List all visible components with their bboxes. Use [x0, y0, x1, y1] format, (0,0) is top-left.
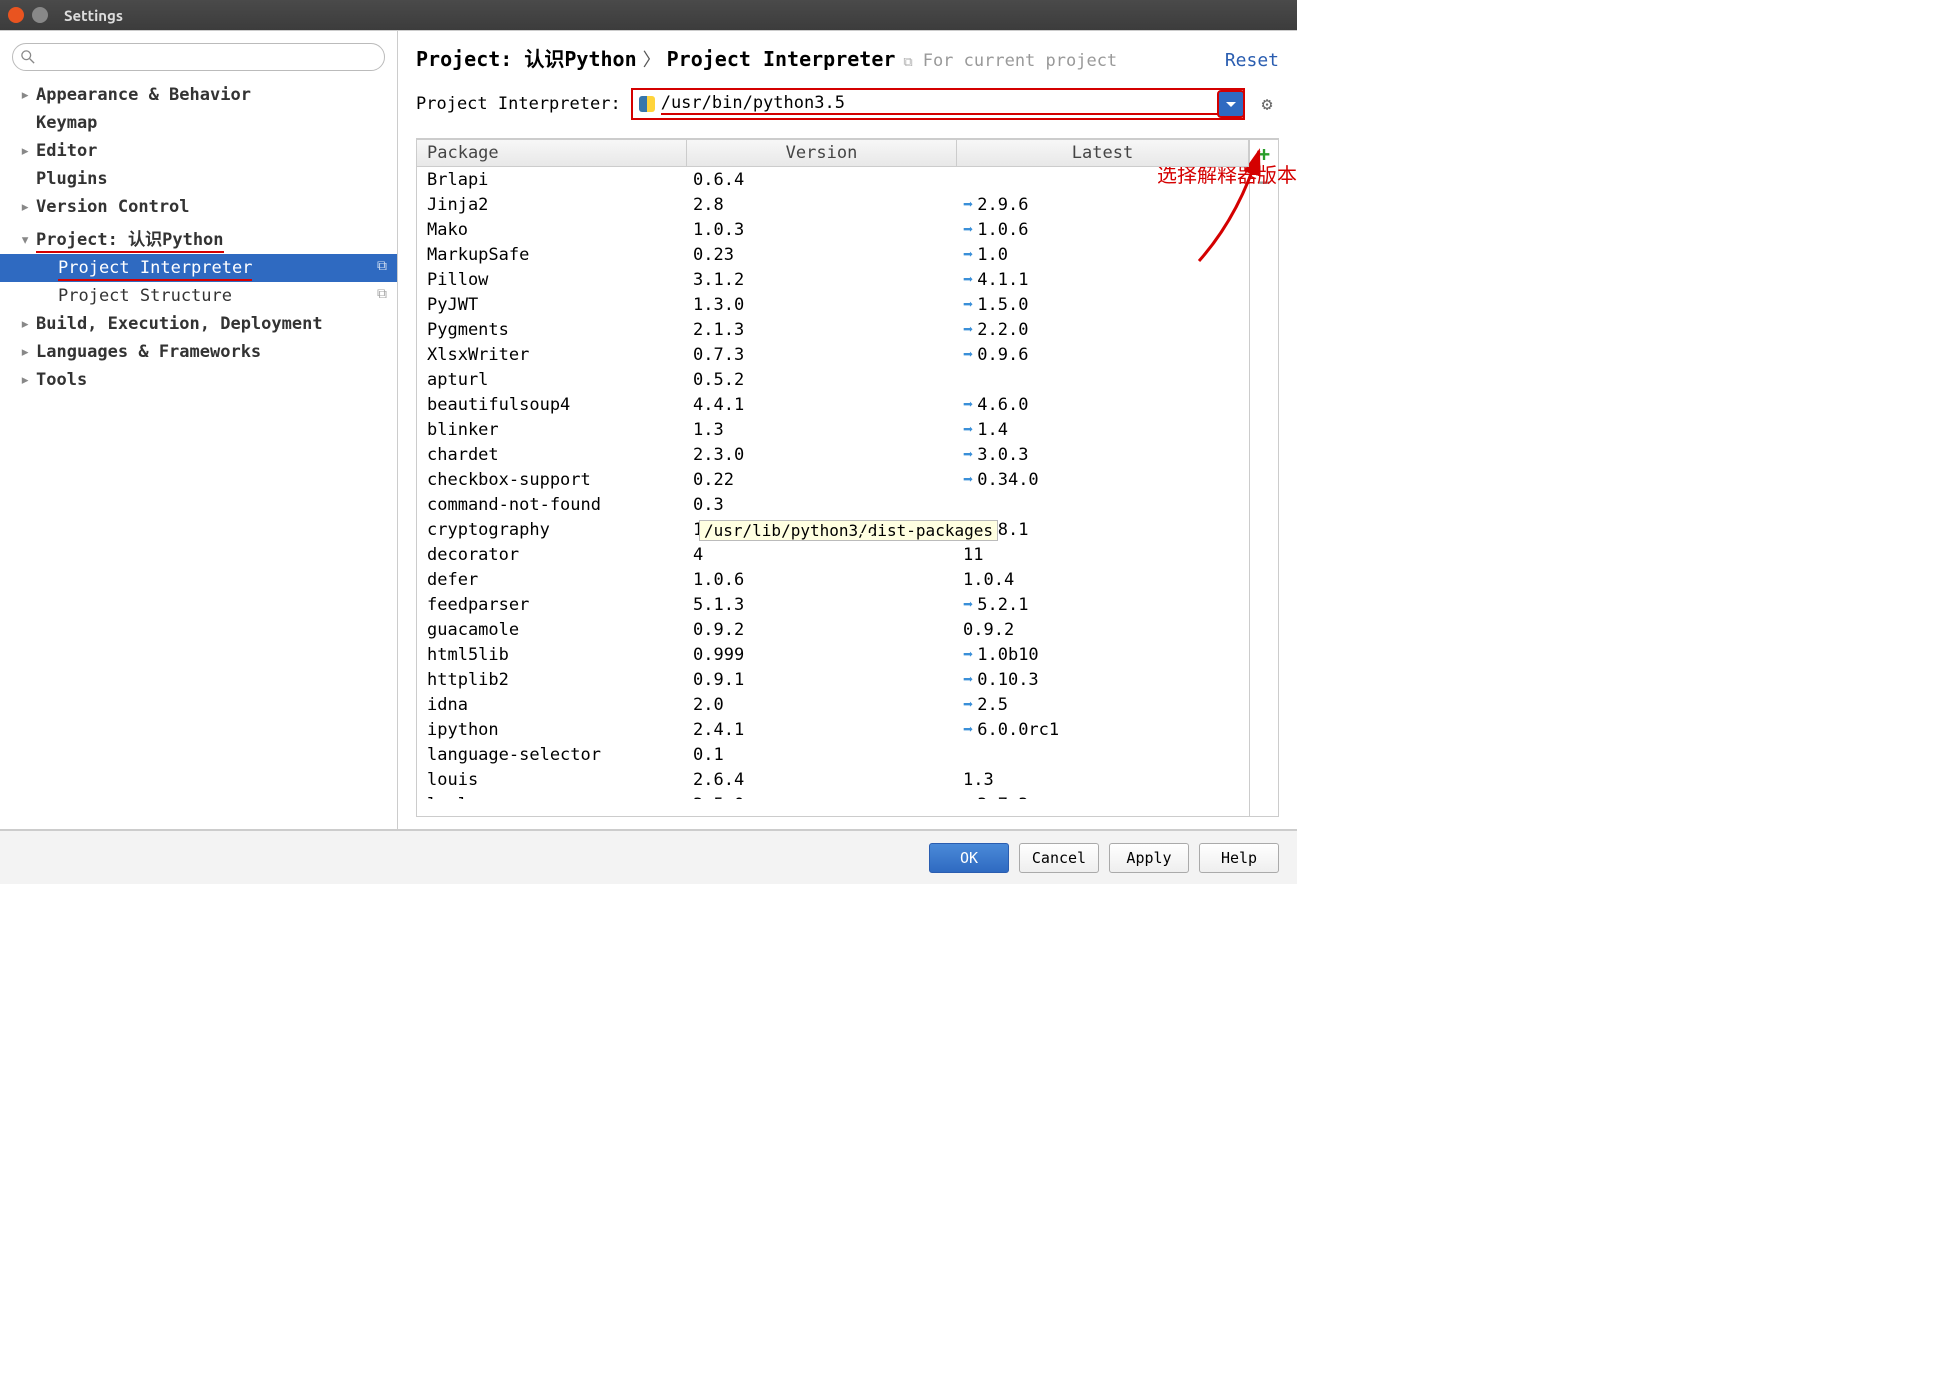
table-row[interactable]: beautifulsoup44.4.1➡4.6.0: [417, 392, 1249, 417]
table-row[interactable]: XlsxWriter0.7.3➡0.9.6: [417, 342, 1249, 367]
table-row[interactable]: checkbox-support0.22➡0.34.0: [417, 467, 1249, 492]
upgrade-icon: ➡: [963, 420, 973, 440]
table-row[interactable]: MarkupSafe0.23➡1.0: [417, 242, 1249, 267]
table-row[interactable]: apturl0.5.2: [417, 367, 1249, 392]
col-latest[interactable]: Latest: [957, 140, 1249, 166]
upgrade-icon: ➡: [963, 270, 973, 290]
table-row[interactable]: decorator411: [417, 542, 1249, 567]
table-row[interactable]: PyJWT1.3.0➡1.5.0: [417, 292, 1249, 317]
upgrade-icon: ➡: [963, 220, 973, 240]
table-row[interactable]: command-not-found0.3: [417, 492, 1249, 517]
table-row[interactable]: lxml3.5.0➡3.7.3: [417, 792, 1249, 799]
settings-sidebar: Appearance & BehaviorKeymapEditorPlugins…: [0, 31, 398, 829]
upgrade-icon: ➡: [963, 445, 973, 465]
breadcrumb-root: Project: 认识Python: [416, 43, 637, 72]
sidebar-item[interactable]: Tools: [0, 366, 397, 394]
table-row[interactable]: blinker1.3➡1.4: [417, 417, 1249, 442]
upgrade-icon: ➡: [963, 645, 973, 665]
sidebar-item[interactable]: Project Structure⧉: [0, 282, 397, 310]
table-row[interactable]: Jinja22.8➡2.9.6: [417, 192, 1249, 217]
interpreter-value: /usr/bin/python3.5: [661, 93, 1219, 115]
upgrade-icon: ➡: [963, 670, 973, 690]
titlebar: Settings: [0, 0, 1297, 30]
window-title: Settings: [64, 7, 123, 24]
col-package[interactable]: Package: [417, 140, 687, 166]
upgrade-icon: ➡: [963, 320, 973, 340]
table-row[interactable]: louis2.6.41.3: [417, 767, 1249, 792]
minimize-icon[interactable]: [32, 7, 48, 23]
table-row[interactable]: defer1.0.61.0.4: [417, 567, 1249, 592]
python-icon: [639, 96, 655, 112]
reset-link[interactable]: Reset: [1225, 50, 1279, 71]
sidebar-item[interactable]: Editor: [0, 137, 397, 165]
copy-icon[interactable]: ⧉: [377, 258, 387, 274]
sidebar-item[interactable]: Version Control: [0, 193, 397, 221]
table-row[interactable]: Pillow3.1.2➡4.1.1: [417, 267, 1249, 292]
dialog-footer: OK Cancel Apply Help: [0, 830, 1297, 884]
gear-icon[interactable]: ⚙: [1255, 94, 1279, 115]
upgrade-icon: ➡: [963, 695, 973, 715]
table-row[interactable]: httplib20.9.1➡0.10.3: [417, 667, 1249, 692]
sidebar-item[interactable]: Build, Execution, Deployment: [0, 310, 397, 338]
search-input[interactable]: [12, 43, 385, 71]
copy-icon[interactable]: ⧉: [903, 55, 912, 70]
table-row[interactable]: idna2.0➡2.5: [417, 692, 1249, 717]
chevron-right-icon: 〉: [643, 46, 661, 72]
table-row[interactable]: guacamole0.9.20.9.2: [417, 617, 1249, 642]
chevron-down-icon[interactable]: [1217, 90, 1245, 118]
upgrade-icon: ➡: [963, 395, 973, 415]
breadcrumb-sub: For current project: [923, 51, 1117, 71]
package-table: Package Version Latest Brlapi0.6.4Jinja2…: [416, 139, 1249, 817]
upgrade-icon: ➡: [963, 245, 973, 265]
sidebar-item[interactable]: Project: 认识Python: [0, 221, 397, 254]
breadcrumb: Project: 认识Python 〉 Project Interpreter …: [416, 43, 1279, 72]
interpreter-label: Project Interpreter:: [416, 94, 621, 114]
sidebar-item[interactable]: Project Interpreter⧉: [0, 254, 397, 282]
table-row[interactable]: Pygments2.1.3➡2.2.0: [417, 317, 1249, 342]
search-icon: [21, 50, 35, 64]
help-button[interactable]: Help: [1199, 843, 1279, 873]
table-row[interactable]: Brlapi0.6.4: [417, 167, 1249, 192]
upgrade-icon: ➡: [963, 795, 973, 800]
upgrade-icon: ➡: [963, 720, 973, 740]
sidebar-item[interactable]: Appearance & Behavior: [0, 81, 397, 109]
upgrade-icon: ➡: [963, 195, 973, 215]
interpreter-select[interactable]: /usr/bin/python3.5: [631, 88, 1245, 120]
upgrade-icon: ➡: [963, 345, 973, 365]
cancel-button[interactable]: Cancel: [1019, 843, 1099, 873]
copy-icon[interactable]: ⧉: [377, 286, 387, 302]
table-row[interactable]: language-selector0.1: [417, 742, 1249, 767]
ok-button[interactable]: OK: [929, 843, 1009, 873]
sidebar-item[interactable]: Languages & Frameworks: [0, 338, 397, 366]
breadcrumb-leaf: Project Interpreter: [667, 47, 896, 71]
upgrade-icon: ➡: [963, 595, 973, 615]
table-row[interactable]: feedparser5.1.3➡5.2.1: [417, 592, 1249, 617]
table-row[interactable]: chardet2.3.0➡3.0.3: [417, 442, 1249, 467]
table-row[interactable]: Mako1.0.3➡1.0.6: [417, 217, 1249, 242]
content-pane: Project: 认识Python 〉 Project Interpreter …: [398, 31, 1297, 829]
table-row[interactable]: ipython2.4.1➡6.0.0rc1: [417, 717, 1249, 742]
sidebar-item[interactable]: Keymap: [0, 109, 397, 137]
close-icon[interactable]: [8, 7, 24, 23]
table-header: Package Version Latest: [417, 140, 1249, 167]
table-row[interactable]: html5lib0.999➡1.0b10: [417, 642, 1249, 667]
package-actions: + −: [1249, 139, 1279, 817]
settings-tree: Appearance & BehaviorKeymapEditorPlugins…: [0, 81, 397, 394]
sidebar-item[interactable]: Plugins: [0, 165, 397, 193]
upgrade-icon: ➡: [963, 470, 973, 490]
path-tooltip: /usr/lib/python3/dist-packages: [699, 520, 998, 541]
apply-button[interactable]: Apply: [1109, 843, 1189, 873]
upgrade-icon: ➡: [963, 295, 973, 315]
col-version[interactable]: Version: [687, 140, 957, 166]
